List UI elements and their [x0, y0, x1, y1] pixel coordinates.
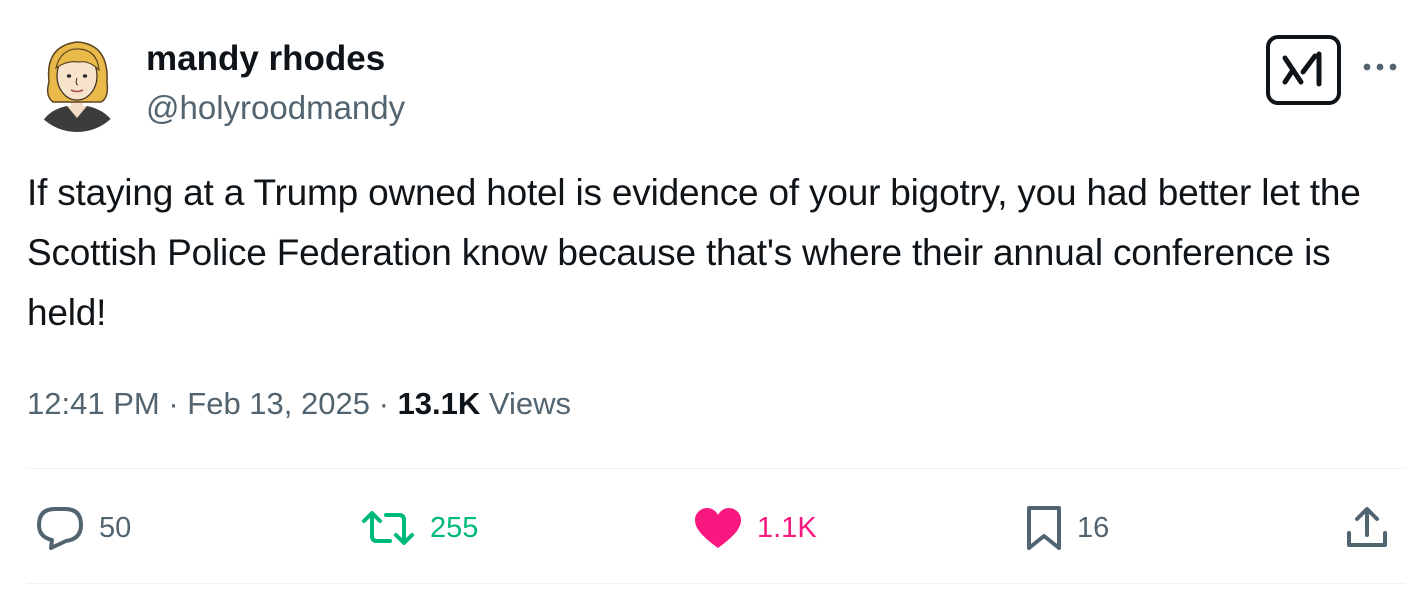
more-horizontal-icon	[1363, 63, 1397, 71]
meta-separator: ·	[378, 386, 389, 421]
tweet-date[interactable]: Feb 13, 2025	[187, 386, 370, 421]
more-options-button[interactable]	[1360, 52, 1400, 82]
reply-count: 50	[99, 511, 132, 544]
bookmark-icon	[1027, 506, 1061, 550]
grok-icon	[1282, 51, 1321, 87]
reply-bubble-icon	[37, 507, 83, 550]
repost-button[interactable]: 255	[360, 503, 478, 553]
divider	[27, 468, 1405, 469]
reply-button[interactable]: 50	[35, 503, 131, 553]
views-label: Views	[488, 386, 572, 421]
display-name[interactable]: mandy rhodes	[146, 38, 385, 80]
repost-icon	[362, 511, 414, 545]
repost-count: 255	[430, 511, 479, 544]
grok-button[interactable]	[1266, 35, 1341, 105]
bookmark-button[interactable]: 16	[1025, 503, 1109, 553]
like-button[interactable]: 1.1K	[693, 503, 817, 553]
share-button[interactable]	[1345, 503, 1389, 553]
cartoon-portrait-avatar-icon	[27, 32, 127, 132]
tweet-text: If staying at a Trump owned hotel is evi…	[27, 172, 1361, 333]
heart-filled-icon	[695, 508, 741, 548]
like-count: 1.1K	[757, 511, 817, 544]
user-handle[interactable]: @holyroodmandy	[146, 88, 405, 128]
bookmark-count: 16	[1077, 511, 1110, 544]
avatar[interactable]	[27, 32, 127, 132]
share-upload-icon	[1347, 507, 1387, 547]
tweet-meta: 12:41 PM · Feb 13, 2025 · 13.1K Views	[27, 382, 571, 426]
divider	[27, 583, 1405, 584]
meta-separator: ·	[168, 386, 179, 421]
views-count: 13.1K	[397, 386, 481, 421]
tweet-card: mandy rhodes @holyroodmandy If staying a…	[0, 0, 1405, 600]
tweet-time[interactable]: 12:41 PM	[27, 386, 160, 421]
